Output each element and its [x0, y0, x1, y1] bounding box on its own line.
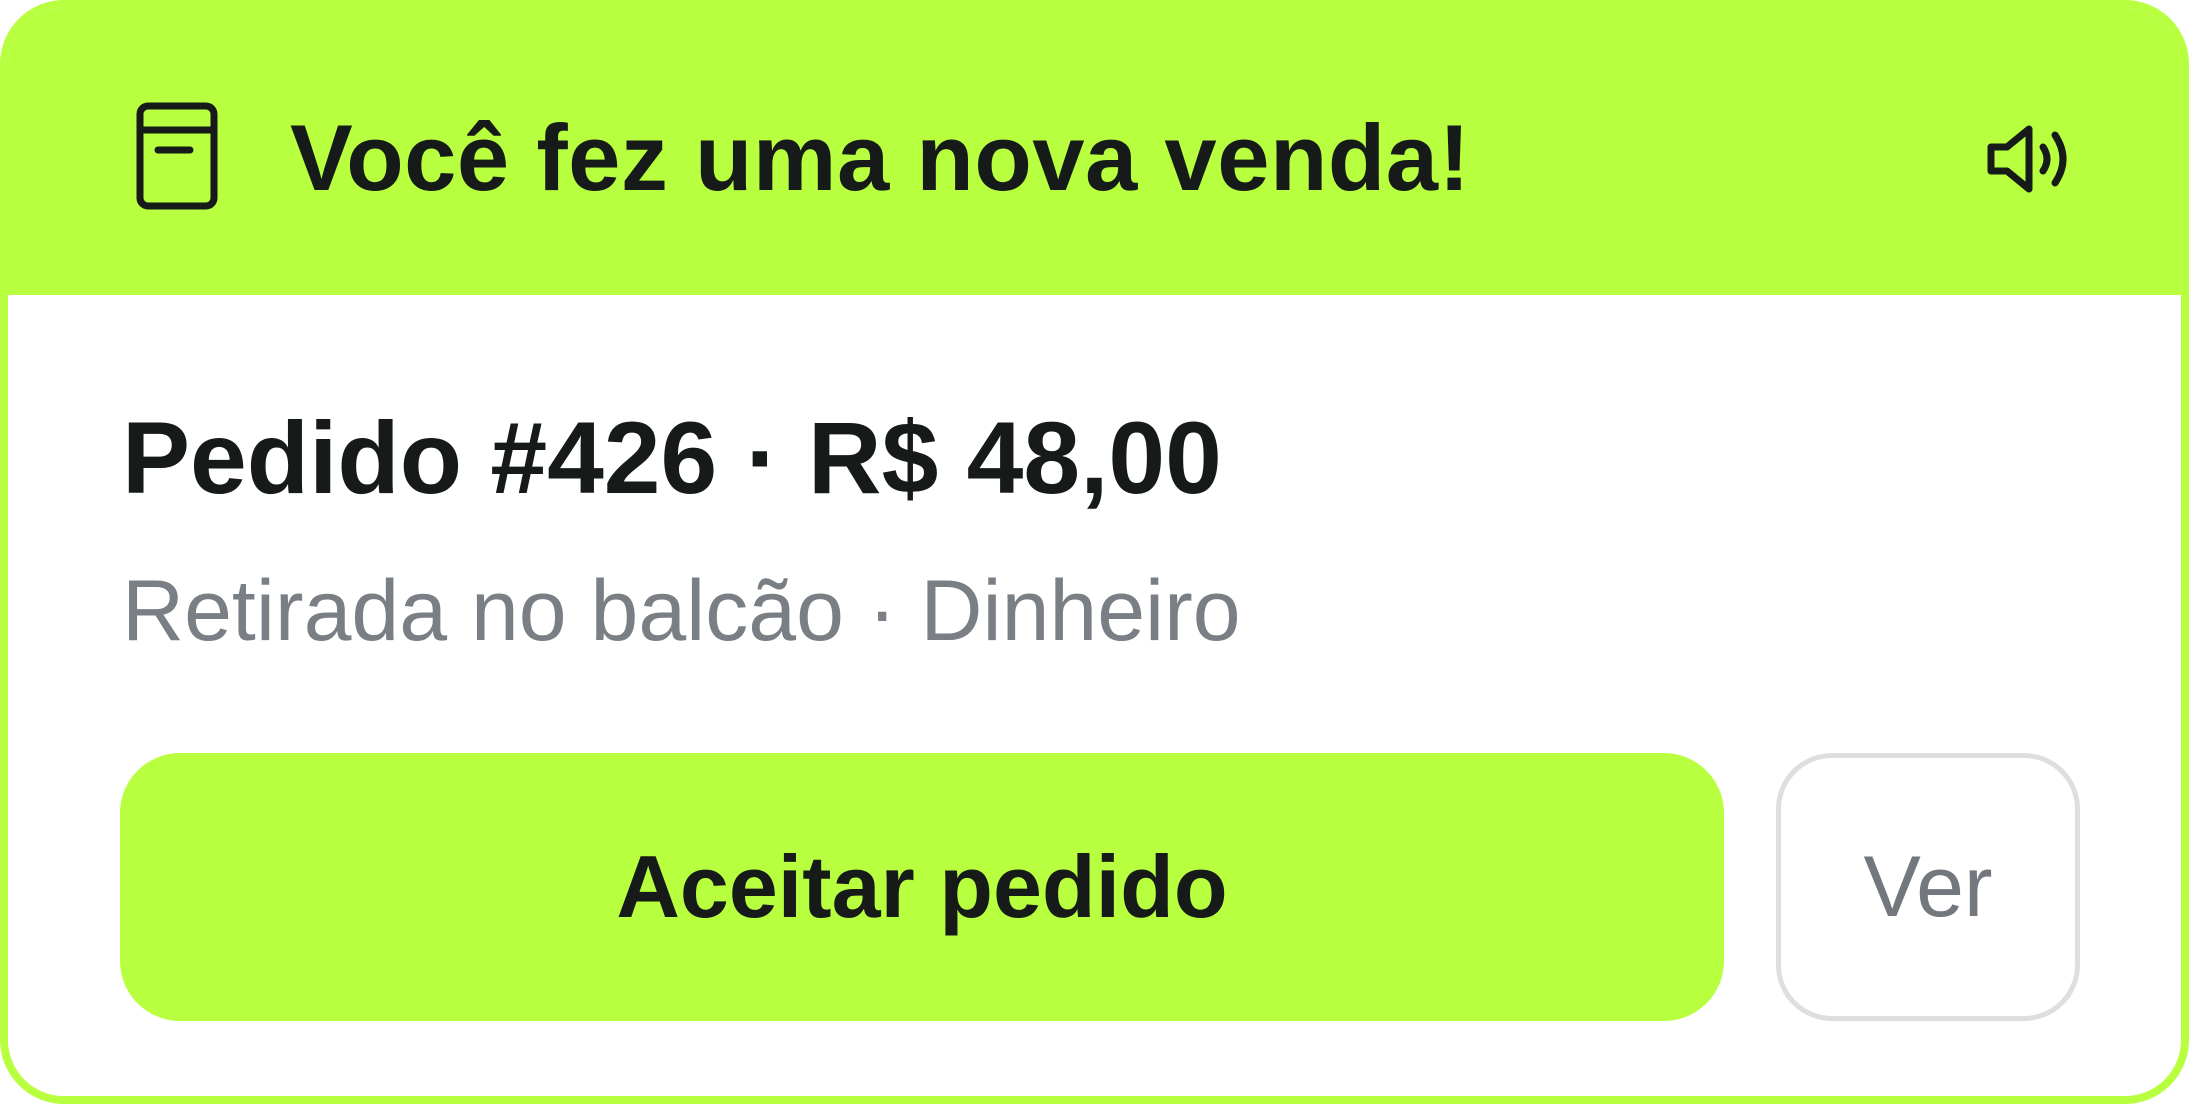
notification-title: Você fez uma nova venda!: [290, 105, 1471, 210]
order-summary-title: Pedido #426 · R$ 48,00: [122, 401, 1222, 515]
accept-order-button[interactable]: Aceitar pedido: [120, 753, 1724, 1021]
notification-header: Você fez uma nova venda!: [8, 8, 2181, 295]
speaker-volume-icon[interactable]: [1985, 121, 2075, 197]
order-details-subtitle: Retirada no balcão · Dinheiro: [122, 563, 1241, 659]
receipt-box-icon: [134, 100, 220, 212]
new-sale-notification-card: Você fez uma nova venda! Pedido #426 · R…: [0, 0, 2189, 1104]
view-order-button[interactable]: Ver: [1776, 753, 2080, 1021]
